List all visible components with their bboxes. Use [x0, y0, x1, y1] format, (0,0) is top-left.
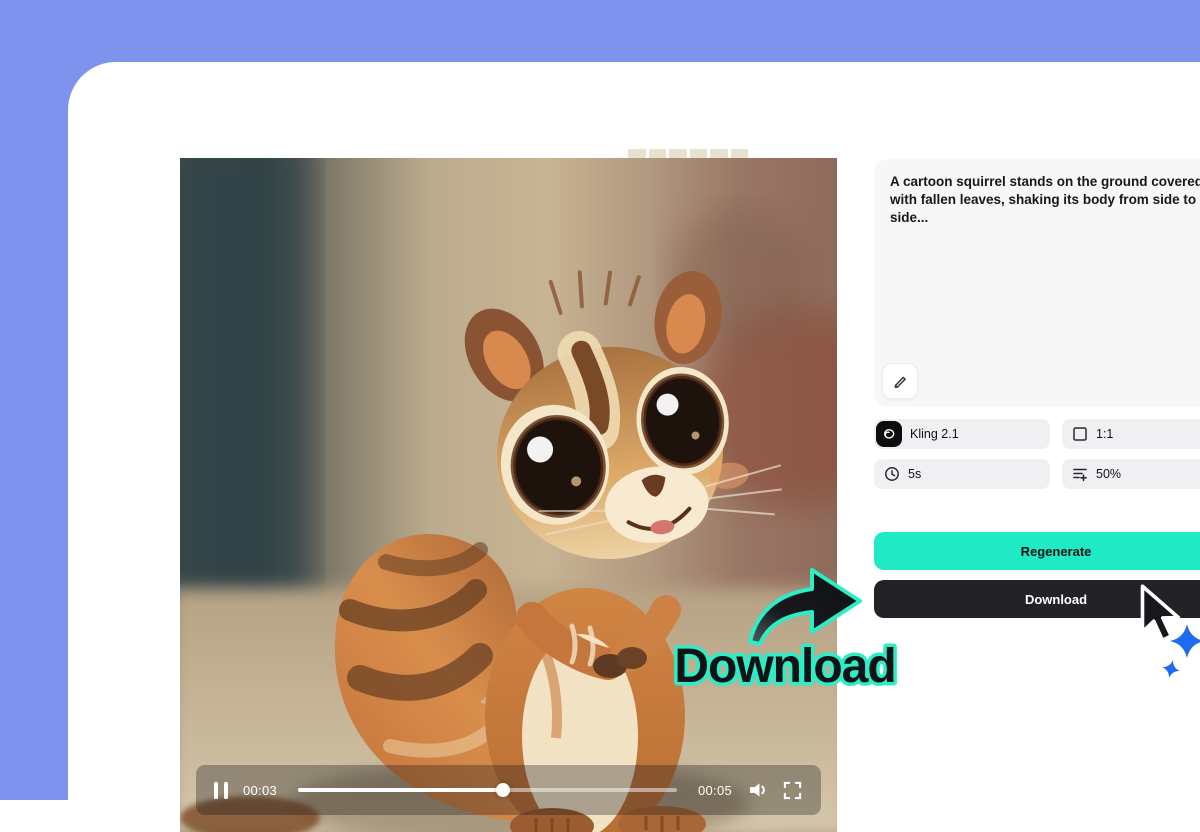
current-time: 00:03: [240, 783, 280, 798]
chip-aspect-ratio[interactable]: 1:1: [1062, 419, 1200, 449]
pencil-icon: [891, 372, 909, 390]
pause-button[interactable]: [214, 782, 228, 799]
seek-bar-fill: [298, 788, 503, 792]
chip-creativity-label: 50%: [1096, 467, 1121, 481]
chip-model-label: Kling 2.1: [910, 427, 959, 441]
result-card: 00:03 00:05 A cartoon squirrel stands o: [68, 62, 1200, 800]
chip-aspect-label: 1:1: [1096, 427, 1113, 441]
kling-logo-icon: [876, 421, 902, 447]
cropped-thumbnail-strip: [628, 149, 748, 158]
video-frame-squirrel: [180, 158, 837, 832]
regenerate-button[interactable]: Regenerate: [874, 532, 1200, 570]
video-control-bar: 00:03 00:05: [196, 765, 821, 815]
seek-bar[interactable]: [298, 788, 677, 792]
sparkle-icons: [1152, 618, 1200, 684]
aspect-ratio-icon: [1072, 426, 1088, 442]
prompt-text: A cartoon squirrel stands on the ground …: [890, 173, 1200, 226]
video-player[interactable]: 00:03 00:05: [180, 158, 837, 832]
fullscreen-icon[interactable]: [781, 780, 803, 800]
chip-duration-label: 5s: [908, 467, 921, 481]
creativity-level-icon: [1072, 466, 1088, 482]
prompt-box: A cartoon squirrel stands on the ground …: [874, 159, 1200, 407]
total-time: 00:05: [695, 783, 735, 798]
download-button[interactable]: Download: [874, 580, 1200, 618]
generation-panel: A cartoon squirrel stands on the ground …: [874, 159, 1200, 618]
edit-prompt-button[interactable]: [882, 363, 918, 399]
chip-duration[interactable]: 5s: [874, 459, 1050, 489]
settings-chips: Kling 2.1 1:1 5s 50%: [874, 419, 1200, 489]
duration-clock-icon: [884, 466, 900, 482]
chip-model[interactable]: Kling 2.1: [874, 419, 1050, 449]
seek-knob[interactable]: [496, 783, 510, 797]
chip-creativity[interactable]: 50%: [1062, 459, 1200, 489]
volume-icon[interactable]: [747, 780, 769, 800]
